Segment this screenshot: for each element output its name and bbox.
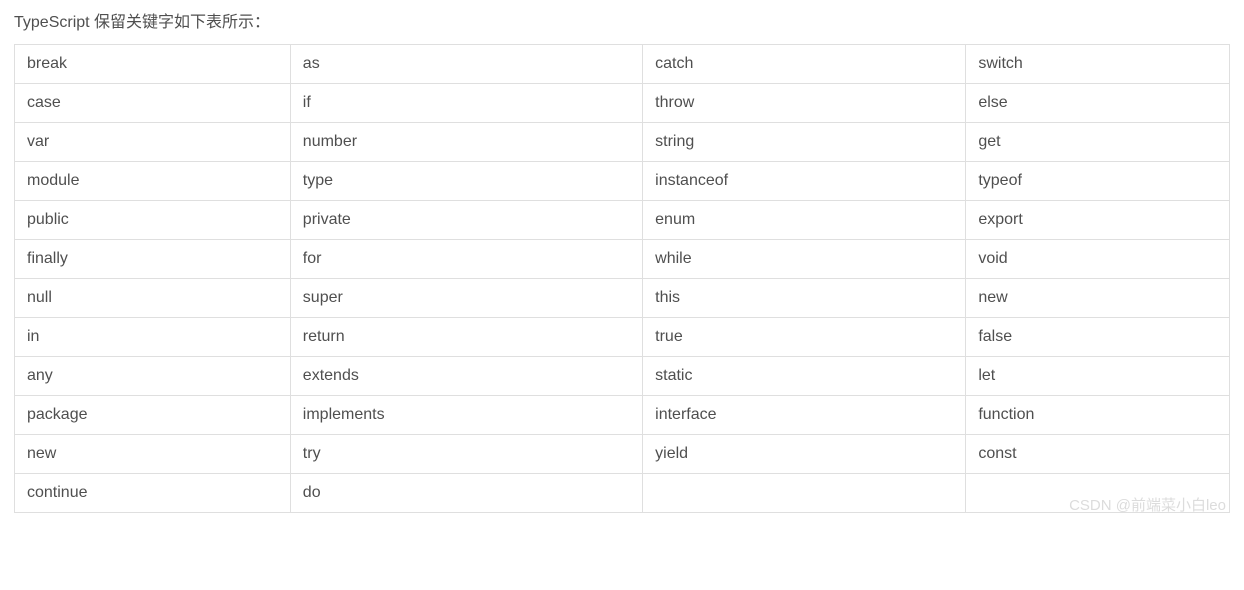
table-cell: let [966,357,1230,396]
table-cell: finally [15,240,291,279]
table-cell: for [290,240,642,279]
table-cell: enum [643,201,966,240]
table-cell: const [966,435,1230,474]
table-cell: static [643,357,966,396]
table-cell: if [290,84,642,123]
table-cell: implements [290,396,642,435]
table-cell: get [966,123,1230,162]
table-cell: null [15,279,291,318]
table-row: in return true false [15,318,1230,357]
table-cell: continue [15,474,291,513]
table-row: public private enum export [15,201,1230,240]
table-row: finally for while void [15,240,1230,279]
table-cell: this [643,279,966,318]
table-cell: new [966,279,1230,318]
table-row: null super this new [15,279,1230,318]
table-cell: var [15,123,291,162]
table-cell: any [15,357,291,396]
table-cell [643,474,966,513]
table-cell: in [15,318,291,357]
table-cell: switch [966,45,1230,84]
intro-text: TypeScript 保留关键字如下表所示： [14,8,1230,32]
table-cell: break [15,45,291,84]
table-row: var number string get [15,123,1230,162]
table-cell: catch [643,45,966,84]
keywords-table: break as catch switch case if throw else… [14,44,1230,513]
table-cell [966,474,1230,513]
table-cell: super [290,279,642,318]
table-cell: while [643,240,966,279]
table-cell: string [643,123,966,162]
table-cell: as [290,45,642,84]
table-cell: try [290,435,642,474]
table-cell: extends [290,357,642,396]
table-cell: interface [643,396,966,435]
table-row: case if throw else [15,84,1230,123]
table-cell: throw [643,84,966,123]
table-cell: case [15,84,291,123]
table-cell: true [643,318,966,357]
table-row: continue do [15,474,1230,513]
table-row: new try yield const [15,435,1230,474]
table-cell: module [15,162,291,201]
table-cell: private [290,201,642,240]
table-row: any extends static let [15,357,1230,396]
table-cell: number [290,123,642,162]
table-row: package implements interface function [15,396,1230,435]
table-cell: package [15,396,291,435]
table-cell: return [290,318,642,357]
table-cell: type [290,162,642,201]
table-cell: else [966,84,1230,123]
table-cell: yield [643,435,966,474]
table-cell: export [966,201,1230,240]
table-cell: public [15,201,291,240]
table-cell: instanceof [643,162,966,201]
table-row: module type instanceof typeof [15,162,1230,201]
table-cell: typeof [966,162,1230,201]
table-cell: void [966,240,1230,279]
table-cell: do [290,474,642,513]
table-cell: new [15,435,291,474]
table-row: break as catch switch [15,45,1230,84]
table-cell: false [966,318,1230,357]
table-cell: function [966,396,1230,435]
